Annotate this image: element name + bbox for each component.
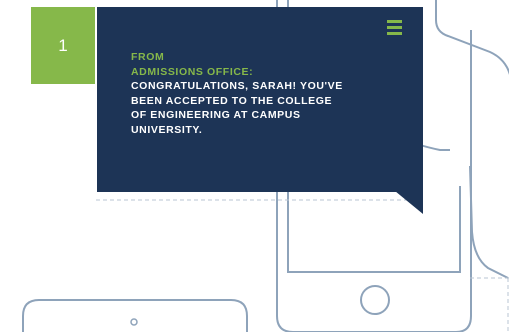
speech-bubble-tail <box>395 191 423 214</box>
illustration-canvas: 1 FROM ADMISSIONS OFFICE: CONGRATULATION… <box>0 0 509 332</box>
